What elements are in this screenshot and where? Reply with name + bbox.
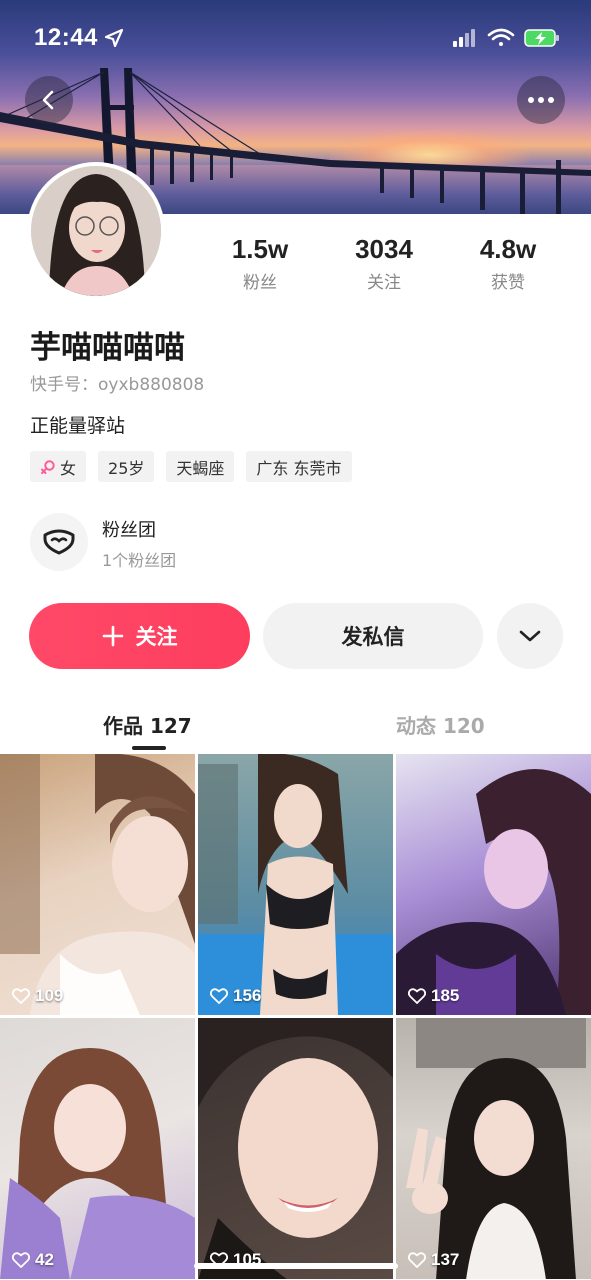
heart-outline-icon	[408, 1252, 426, 1268]
video-thumbnail	[406, 1018, 586, 1279]
fan-club-subtitle: 1个粉丝团	[102, 551, 177, 570]
video-thumbnail	[0, 754, 195, 1015]
follow-label: 关注	[135, 625, 178, 649]
back-button[interactable]	[25, 76, 73, 124]
cellular-signal-icon	[453, 29, 475, 47]
video-tile[interactable]: 185	[396, 754, 591, 1015]
video-thumbnail	[198, 754, 393, 1015]
video-tile[interactable]: 42	[0, 1018, 195, 1279]
wifi-icon	[487, 28, 515, 46]
stat-following[interactable]: 3034 关注	[322, 234, 446, 294]
tile-likes: 109	[12, 986, 63, 1006]
profile-id[interactable]: 快手号：oyxb880808	[30, 370, 204, 395]
female-icon	[41, 459, 55, 474]
heart-outline-icon	[12, 1252, 30, 1268]
tab-works[interactable]: 作品 127	[103, 710, 192, 739]
video-tile[interactable]: 156	[198, 754, 393, 1015]
tag-gender: 女	[30, 451, 87, 482]
follow-button[interactable]: 关注	[29, 603, 250, 669]
more-button[interactable]	[517, 76, 565, 124]
battery-charging-icon	[524, 29, 559, 47]
stat-label: 获赞	[491, 273, 525, 293]
fan-club-title: 粉丝团	[102, 520, 156, 541]
works-grid: 109 156 185 42 105 137	[0, 754, 591, 1280]
plus-icon	[102, 625, 123, 647]
stat-value: 1.5w	[231, 234, 289, 264]
stat-value: 4.8w	[479, 234, 537, 264]
avatar[interactable]	[27, 162, 165, 300]
tile-likes: 185	[408, 986, 459, 1006]
stat-value: 3034	[355, 234, 413, 264]
home-indicator[interactable]	[194, 1263, 398, 1269]
heart-crown-icon	[43, 529, 75, 555]
status-icons	[453, 28, 559, 47]
status-time: 12:44	[34, 24, 98, 51]
avatar-photo	[31, 166, 161, 296]
status-bar: 12:44	[0, 0, 591, 74]
tile-likes: 137	[408, 1250, 459, 1270]
tile-likes-count: 109	[35, 986, 64, 1005]
video-tile[interactable]: 109	[0, 754, 195, 1015]
video-thumbnail	[198, 1018, 393, 1279]
profile-stats: 1.5w 粉丝 3034 关注 4.8w 获赞	[198, 234, 570, 294]
tile-likes-count: 185	[431, 986, 460, 1005]
tab-indicator	[132, 746, 166, 750]
video-thumbnail	[0, 1048, 195, 1279]
heart-outline-icon	[12, 988, 30, 1004]
tile-likes-count: 137	[431, 1250, 460, 1269]
fan-club-icon	[30, 513, 88, 571]
profile-name: 芋喵喵喵喵	[30, 330, 185, 366]
tile-likes: 42	[12, 1250, 54, 1270]
tile-likes-count: 42	[35, 1250, 54, 1269]
video-thumbnail	[396, 769, 591, 1015]
tab-moments[interactable]: 动态 120	[396, 710, 485, 739]
more-dots-icon	[528, 97, 554, 103]
more-actions-button[interactable]	[497, 603, 563, 669]
heart-outline-icon	[210, 988, 228, 1004]
tag-zodiac: 天蝎座	[166, 451, 235, 482]
fan-club-entry[interactable]: 粉丝团 1个粉丝团	[30, 511, 330, 573]
heart-outline-icon	[408, 988, 426, 1004]
chevron-down-icon	[519, 630, 541, 642]
stat-label: 粉丝	[243, 273, 277, 293]
video-tile[interactable]: 137	[396, 1018, 591, 1279]
stat-likes[interactable]: 4.8w 获赞	[446, 234, 570, 294]
profile-tags: 女 25岁 天蝎座 广东 东莞市	[30, 451, 352, 482]
message-button[interactable]: 发私信	[263, 603, 483, 669]
video-tile[interactable]: 105	[198, 1018, 393, 1279]
tag-location: 广东 东莞市	[246, 451, 352, 482]
tile-likes-count: 156	[233, 986, 262, 1005]
profile-bio: 正能量驿站	[30, 415, 126, 437]
tag-gender-label: 女	[60, 458, 77, 478]
chevron-left-icon	[42, 90, 54, 110]
tag-age: 25岁	[98, 451, 155, 482]
tile-likes: 156	[210, 986, 261, 1006]
message-label: 发私信	[341, 625, 405, 649]
stat-followers[interactable]: 1.5w 粉丝	[198, 234, 322, 294]
stat-label: 关注	[367, 273, 401, 293]
location-arrow-icon	[104, 28, 124, 48]
